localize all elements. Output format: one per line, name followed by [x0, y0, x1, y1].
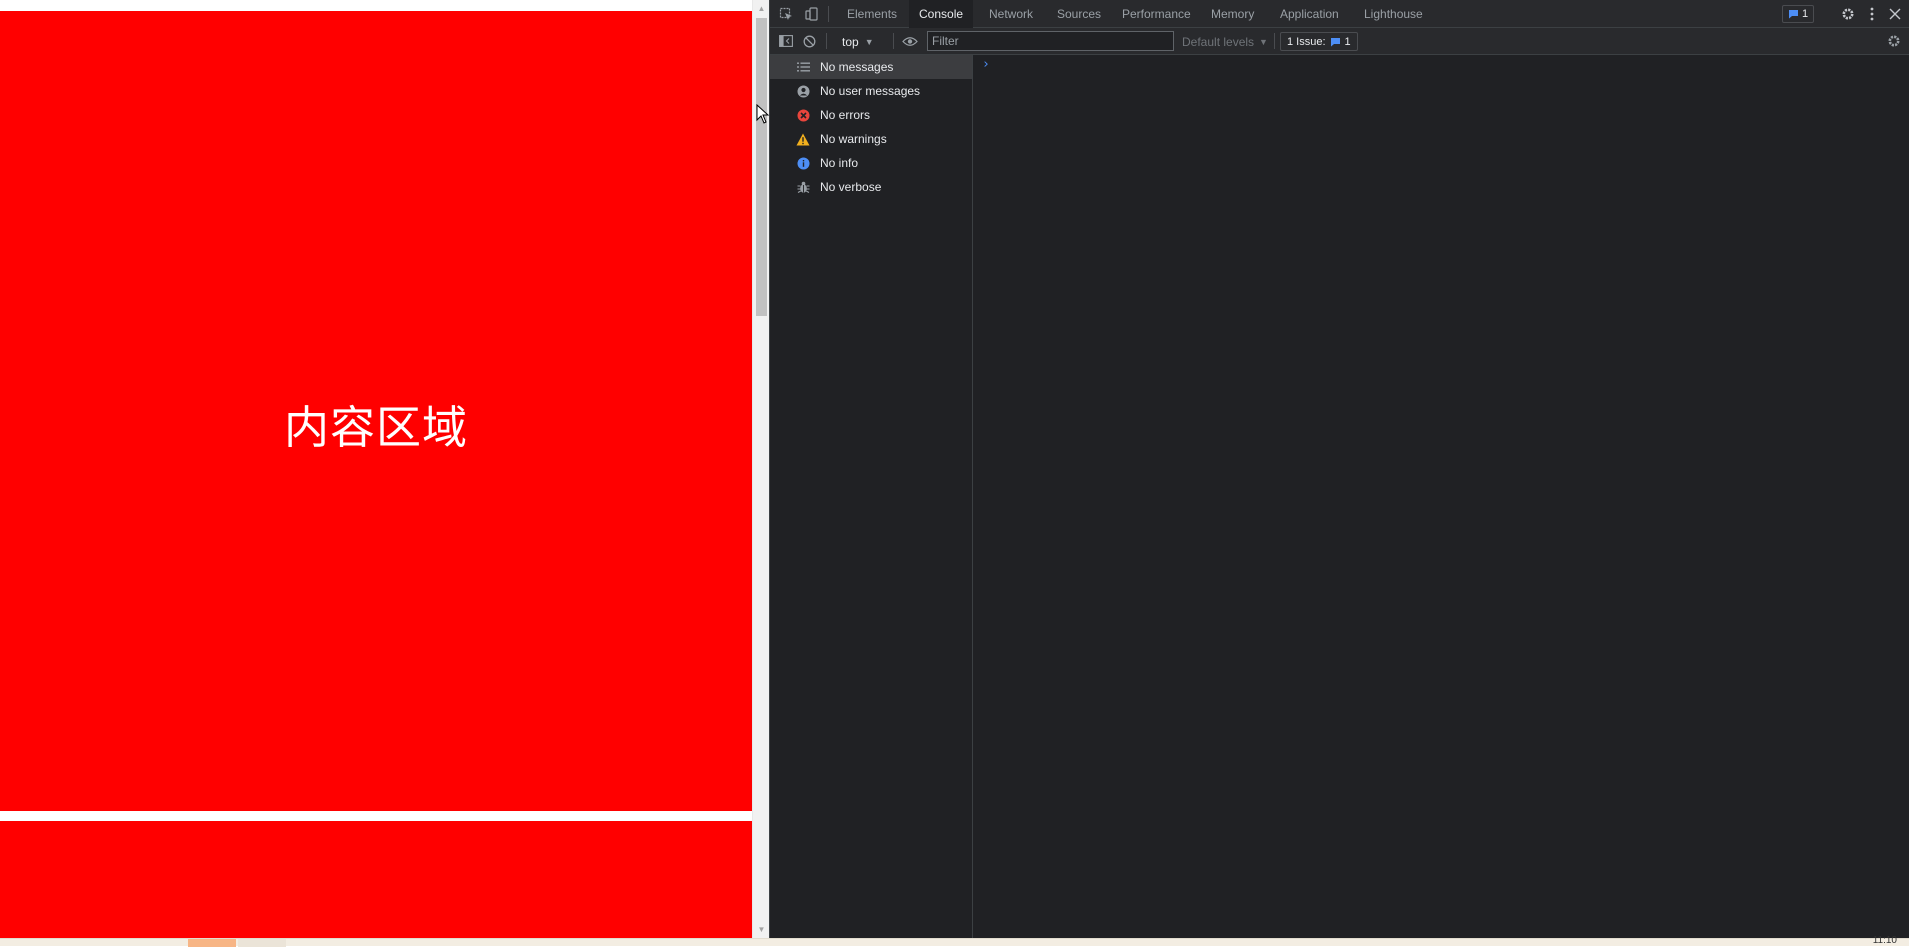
tab-elements[interactable]: Elements — [837, 0, 907, 28]
filter-input[interactable] — [927, 31, 1174, 51]
inspect-element-icon[interactable] — [776, 4, 796, 24]
sidebar-item-label: No messages — [820, 60, 894, 74]
chevron-down-icon: ▼ — [1259, 36, 1268, 47]
sidebar-item-warnings[interactable]: No warnings — [770, 127, 972, 151]
toolbar-divider — [828, 6, 829, 22]
scrollbar-thumb[interactable] — [756, 18, 767, 316]
message-icon — [1330, 37, 1340, 46]
context-value: top — [842, 34, 859, 49]
message-icon — [1789, 10, 1798, 19]
tab-application[interactable]: Application — [1270, 0, 1349, 28]
toolbar-divider — [1274, 33, 1275, 49]
clear-console-icon[interactable] — [799, 31, 819, 51]
sidebar-item-user-messages[interactable]: No user messages — [770, 79, 972, 103]
toolbar-divider — [893, 33, 894, 49]
console-toolbar: top ▼ Default levels ▼ 1 Issue: 1 — [770, 28, 1909, 55]
warning-icon — [796, 132, 810, 146]
console-settings-gear-icon[interactable] — [1884, 31, 1904, 51]
tab-network[interactable]: Network — [979, 0, 1043, 28]
more-options-icon[interactable] — [1862, 4, 1882, 24]
taskbar: 11:10 — [0, 935, 1909, 947]
issues-counter-label: 1 Issue: — [1287, 35, 1326, 48]
chevron-down-icon: ▼ — [864, 36, 874, 47]
tab-performance[interactable]: Performance — [1112, 0, 1201, 28]
info-icon — [796, 156, 810, 170]
issues-counter-count: 1 — [1344, 35, 1351, 48]
error-icon — [796, 108, 810, 122]
content-area: 内容区域 — [0, 11, 752, 811]
sidebar-item-errors[interactable]: No errors — [770, 103, 972, 127]
list-icon — [796, 60, 810, 74]
page-viewport: 内容区域 — [0, 0, 752, 938]
scroll-up-arrow-icon[interactable]: ▲ — [753, 0, 770, 17]
user-icon — [796, 84, 810, 98]
console-output[interactable]: › — [974, 55, 1909, 938]
close-icon[interactable] — [1885, 4, 1905, 24]
context-selector[interactable]: top ▼ — [842, 32, 874, 51]
sidebar-item-messages[interactable]: No messages — [770, 55, 972, 79]
mouse-cursor-icon — [756, 104, 770, 124]
tab-memory[interactable]: Memory — [1201, 0, 1264, 28]
sidebar-item-label: No errors — [820, 108, 871, 122]
sidebar-item-label: No warnings — [820, 132, 887, 146]
log-levels-dropdown[interactable]: Default levels ▼ — [1182, 32, 1268, 51]
tab-lighthouse[interactable]: Lighthouse — [1354, 0, 1433, 28]
live-expression-eye-icon[interactable] — [900, 31, 920, 51]
log-levels-label: Default levels — [1182, 34, 1255, 49]
sidebar-item-label: No verbose — [820, 180, 882, 194]
console-prompt-chevron-icon: › — [982, 57, 990, 72]
issues-badge[interactable]: 1 — [1782, 5, 1815, 23]
content-area-label: 内容区域 — [283, 401, 468, 454]
tab-console[interactable]: Console — [909, 0, 974, 28]
toolbar-divider — [826, 33, 827, 49]
device-toolbar-icon[interactable] — [802, 4, 822, 24]
tab-sources[interactable]: Sources — [1047, 0, 1111, 28]
issues-badge-count: 1 — [1802, 8, 1809, 20]
sidebar-item-verbose[interactable]: No verbose — [770, 175, 972, 199]
page-scrollbar[interactable]: ▲ ▼ — [752, 0, 769, 938]
sidebar-item-info[interactable]: No info — [770, 151, 972, 175]
sidebar-item-label: No info — [820, 156, 859, 170]
issues-counter[interactable]: 1 Issue: 1 — [1280, 32, 1358, 51]
bug-icon — [796, 180, 810, 194]
second-red-block — [0, 821, 752, 938]
show-sidebar-icon[interactable] — [776, 31, 796, 51]
settings-gear-icon[interactable] — [1838, 4, 1858, 24]
devtools-tab-bar: Elements Console Network Sources Perform… — [770, 0, 1909, 28]
console-sidebar: No messages No user messages No errors N… — [770, 55, 973, 938]
devtools-panel: Elements Console Network Sources Perform… — [770, 0, 1909, 938]
scroll-down-arrow-icon[interactable]: ▼ — [753, 921, 770, 938]
sidebar-item-label: No user messages — [820, 84, 921, 98]
taskbar-clock: 11:10 — [1872, 935, 1897, 946]
